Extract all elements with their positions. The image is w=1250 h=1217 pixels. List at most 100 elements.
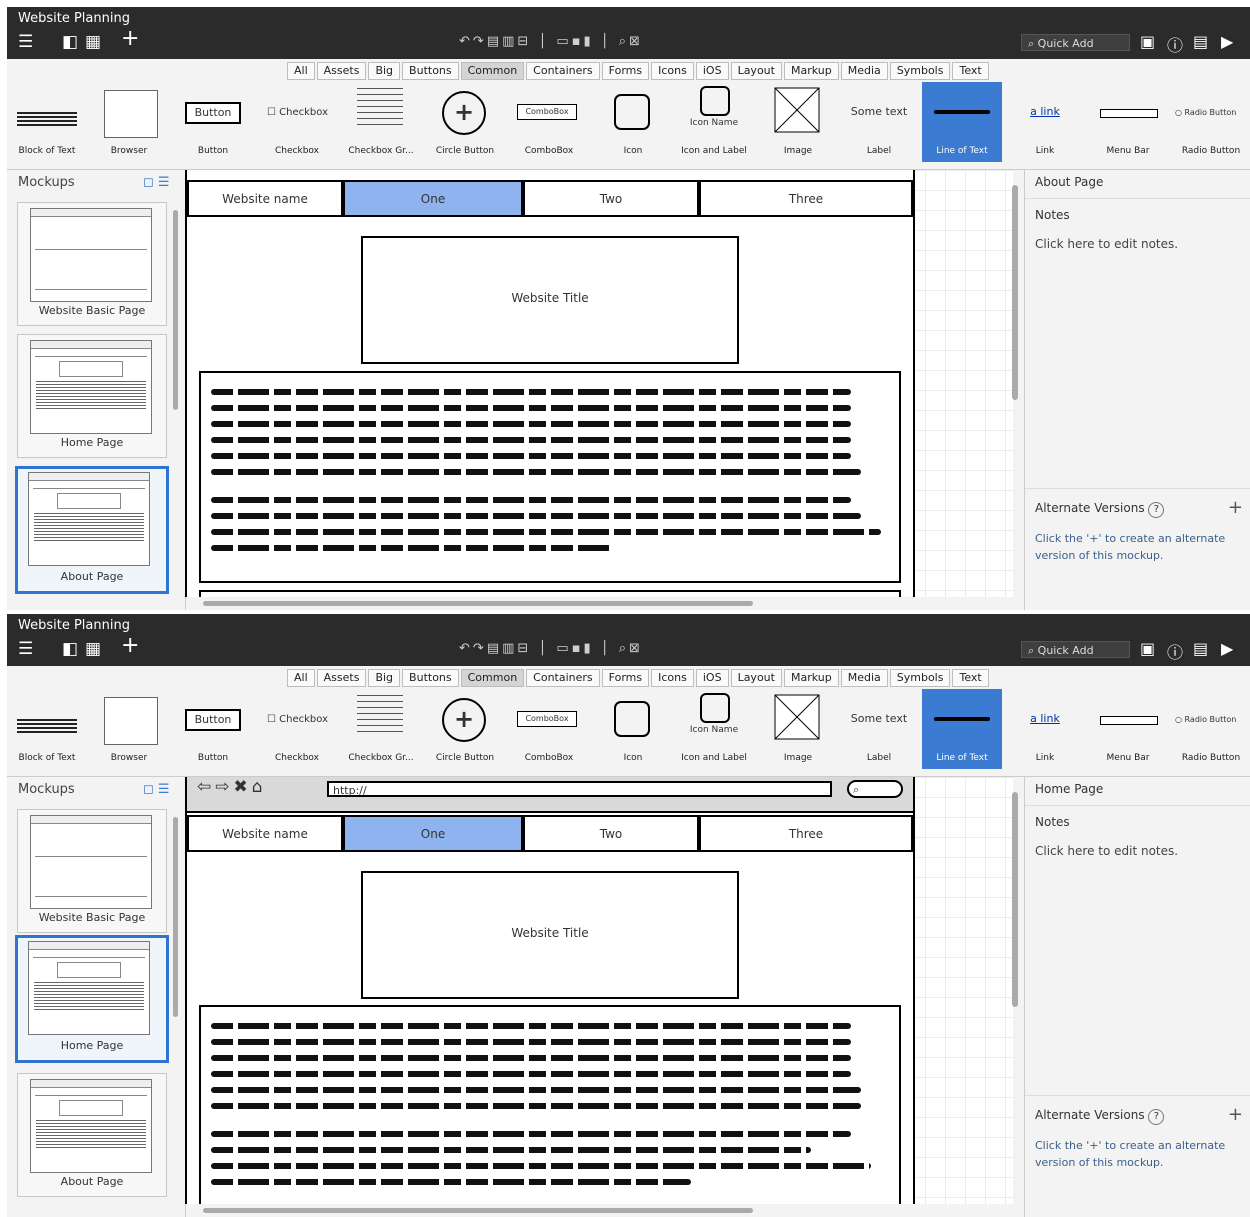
footer-box[interactable] — [199, 590, 901, 597]
lib-checkbox-group[interactable]: Checkbox Gr... — [341, 82, 421, 162]
present-icon[interactable]: ▶ — [1221, 32, 1233, 51]
mockup-about-page[interactable]: About Page — [15, 466, 169, 594]
canvas-v-scrollbar[interactable] — [1012, 185, 1018, 400]
view-toggle-icon[interactable]: ◻ ☰ — [143, 782, 170, 797]
info-icon[interactable]: ⓘ — [1167, 32, 1183, 56]
ungroup-icon[interactable]: ▥ — [502, 641, 517, 656]
lib-combobox[interactable]: ComboBox ComboBox — [509, 82, 589, 162]
mockup-website-basic-page[interactable]: Website Basic Page — [17, 202, 167, 326]
lib-link[interactable]: a link Link — [1005, 689, 1085, 769]
filter-containers[interactable]: Containers — [526, 62, 600, 80]
url-field[interactable]: http:// — [327, 781, 832, 797]
menu-icon[interactable]: ☰ — [18, 32, 33, 52]
website-title-box[interactable]: Website Title — [361, 236, 739, 364]
filter-symbols[interactable]: Symbols — [889, 669, 951, 687]
filter-assets[interactable]: Assets — [316, 669, 367, 687]
lib-menu-bar[interactable]: Menu Bar — [1088, 689, 1168, 769]
filter-layout[interactable]: Layout — [730, 669, 782, 687]
lib-icon-and-label[interactable]: Icon Name Icon and Label — [674, 82, 754, 162]
add-icon[interactable]: + — [121, 28, 139, 50]
group-icon[interactable]: ▤ — [487, 641, 502, 656]
add-icon[interactable]: + — [121, 635, 139, 657]
delete-icon[interactable]: ▮ — [584, 641, 594, 656]
search-icon[interactable]: ⌕ — [847, 780, 903, 798]
search-icon[interactable]: ⌕ — [619, 641, 629, 656]
align-icon[interactable]: ▭ — [556, 34, 571, 49]
lib-icon[interactable]: Icon — [593, 689, 673, 769]
lib-line-of-text[interactable]: Line of Text — [922, 82, 1002, 162]
filter-assets[interactable]: Assets — [316, 62, 367, 80]
filter-big[interactable]: Big — [368, 62, 401, 80]
filter-common[interactable]: Common — [460, 669, 525, 687]
lib-checkbox[interactable]: ☐ Checkbox Checkbox — [257, 689, 337, 769]
filter-big[interactable]: Big — [368, 669, 401, 687]
mockup-website-basic-page[interactable]: Website Basic Page — [17, 809, 167, 933]
filter-layout[interactable]: Layout — [730, 62, 782, 80]
grid-view-icon[interactable]: ▦ — [85, 32, 101, 52]
mockup-home-page[interactable]: Home Page — [17, 334, 167, 458]
lib-checkbox[interactable]: ☐ Checkbox Checkbox — [257, 82, 337, 162]
nav-two[interactable]: Two — [523, 815, 699, 852]
website-title-box[interactable]: Website Title — [361, 871, 739, 999]
filter-all[interactable]: All — [287, 62, 315, 80]
filter-forms[interactable]: Forms — [601, 669, 650, 687]
filter-text[interactable]: Text — [952, 669, 989, 687]
sidebar-scrollbar[interactable] — [173, 817, 178, 1017]
mockup-about-page[interactable]: About Page — [17, 1073, 167, 1197]
lib-menu-bar[interactable]: Menu Bar — [1088, 82, 1168, 162]
lib-browser[interactable]: Browser — [89, 82, 169, 162]
lock-icon[interactable]: ▪ — [572, 641, 584, 656]
mockup-canvas[interactable]: ⇦⇨✖⌂ http:// ⌕ Website name One Two Thre… — [185, 777, 1013, 1204]
undo-icon[interactable]: ↶ — [459, 641, 473, 656]
lib-button[interactable]: Button Button — [173, 82, 253, 162]
lib-block-of-text[interactable]: Block of Text — [7, 82, 87, 162]
markup-icon[interactable]: ⊠ — [629, 641, 643, 656]
filter-ios[interactable]: iOS — [695, 62, 729, 80]
add-alternate-button[interactable]: + — [1228, 1104, 1243, 1125]
account-icon[interactable]: ▣ — [1140, 639, 1155, 658]
sidebar-scrollbar[interactable] — [173, 210, 178, 410]
lib-circle-button[interactable]: + Circle Button — [425, 82, 505, 162]
lib-label[interactable]: Some text Label — [839, 82, 919, 162]
add-alternate-button[interactable]: + — [1228, 497, 1243, 518]
filter-media[interactable]: Media — [840, 669, 888, 687]
nav-three[interactable]: Three — [699, 815, 913, 852]
lib-label[interactable]: Some text Label — [839, 689, 919, 769]
lock-icon[interactable]: ▪ — [572, 34, 584, 49]
lib-browser[interactable]: Browser — [89, 689, 169, 769]
filter-buttons[interactable]: Buttons — [402, 669, 459, 687]
filter-containers[interactable]: Containers — [526, 669, 600, 687]
mockup-canvas[interactable]: Website name One Two Three Website Title — [185, 170, 1013, 597]
lib-combobox[interactable]: ComboBox ComboBox — [509, 689, 589, 769]
info-icon[interactable]: ⓘ — [1167, 639, 1183, 663]
present-icon[interactable]: ▶ — [1221, 639, 1233, 658]
help-icon[interactable]: ? — [1148, 1109, 1165, 1125]
redo-icon[interactable]: ↷ — [473, 34, 487, 49]
filter-icons[interactable]: Icons — [651, 669, 694, 687]
canvas-h-scrollbar[interactable] — [203, 601, 753, 606]
browser-nav-icons[interactable]: ⇦⇨✖⌂ — [197, 777, 267, 797]
nav-website-name[interactable]: Website name — [187, 180, 343, 217]
lib-radio-button[interactable]: ○ Radio Button Radio Button — [1171, 82, 1250, 162]
quick-add-input[interactable]: ⌕ Quick Add — [1021, 34, 1130, 51]
lib-line-of-text[interactable]: Line of Text — [922, 689, 1002, 769]
filter-media[interactable]: Media — [840, 62, 888, 80]
redo-icon[interactable]: ↷ — [473, 641, 487, 656]
lib-radio-button[interactable]: ○ Radio Button Radio Button — [1171, 689, 1250, 769]
lib-icon[interactable]: Icon — [593, 82, 673, 162]
list-icon[interactable]: ▤ — [1193, 32, 1208, 51]
grid-view-icon[interactable]: ▦ — [85, 639, 101, 659]
ungroup-icon[interactable]: ▥ — [502, 34, 517, 49]
filter-icons[interactable]: Icons — [651, 62, 694, 80]
lib-checkbox-group[interactable]: Checkbox Gr... — [341, 689, 421, 769]
lib-image[interactable]: Image — [758, 689, 838, 769]
notes-field[interactable]: Click here to edit notes. — [1035, 844, 1178, 858]
help-icon[interactable]: ? — [1148, 502, 1165, 518]
lib-image[interactable]: Image — [758, 82, 838, 162]
filter-markup[interactable]: Markup — [783, 62, 839, 80]
quick-add-input[interactable]: ⌕ Quick Add — [1021, 641, 1130, 658]
menu-icon[interactable]: ☰ — [18, 639, 33, 659]
delete-icon[interactable]: ▮ — [584, 34, 594, 49]
filter-forms[interactable]: Forms — [601, 62, 650, 80]
lib-link[interactable]: a link Link — [1005, 82, 1085, 162]
